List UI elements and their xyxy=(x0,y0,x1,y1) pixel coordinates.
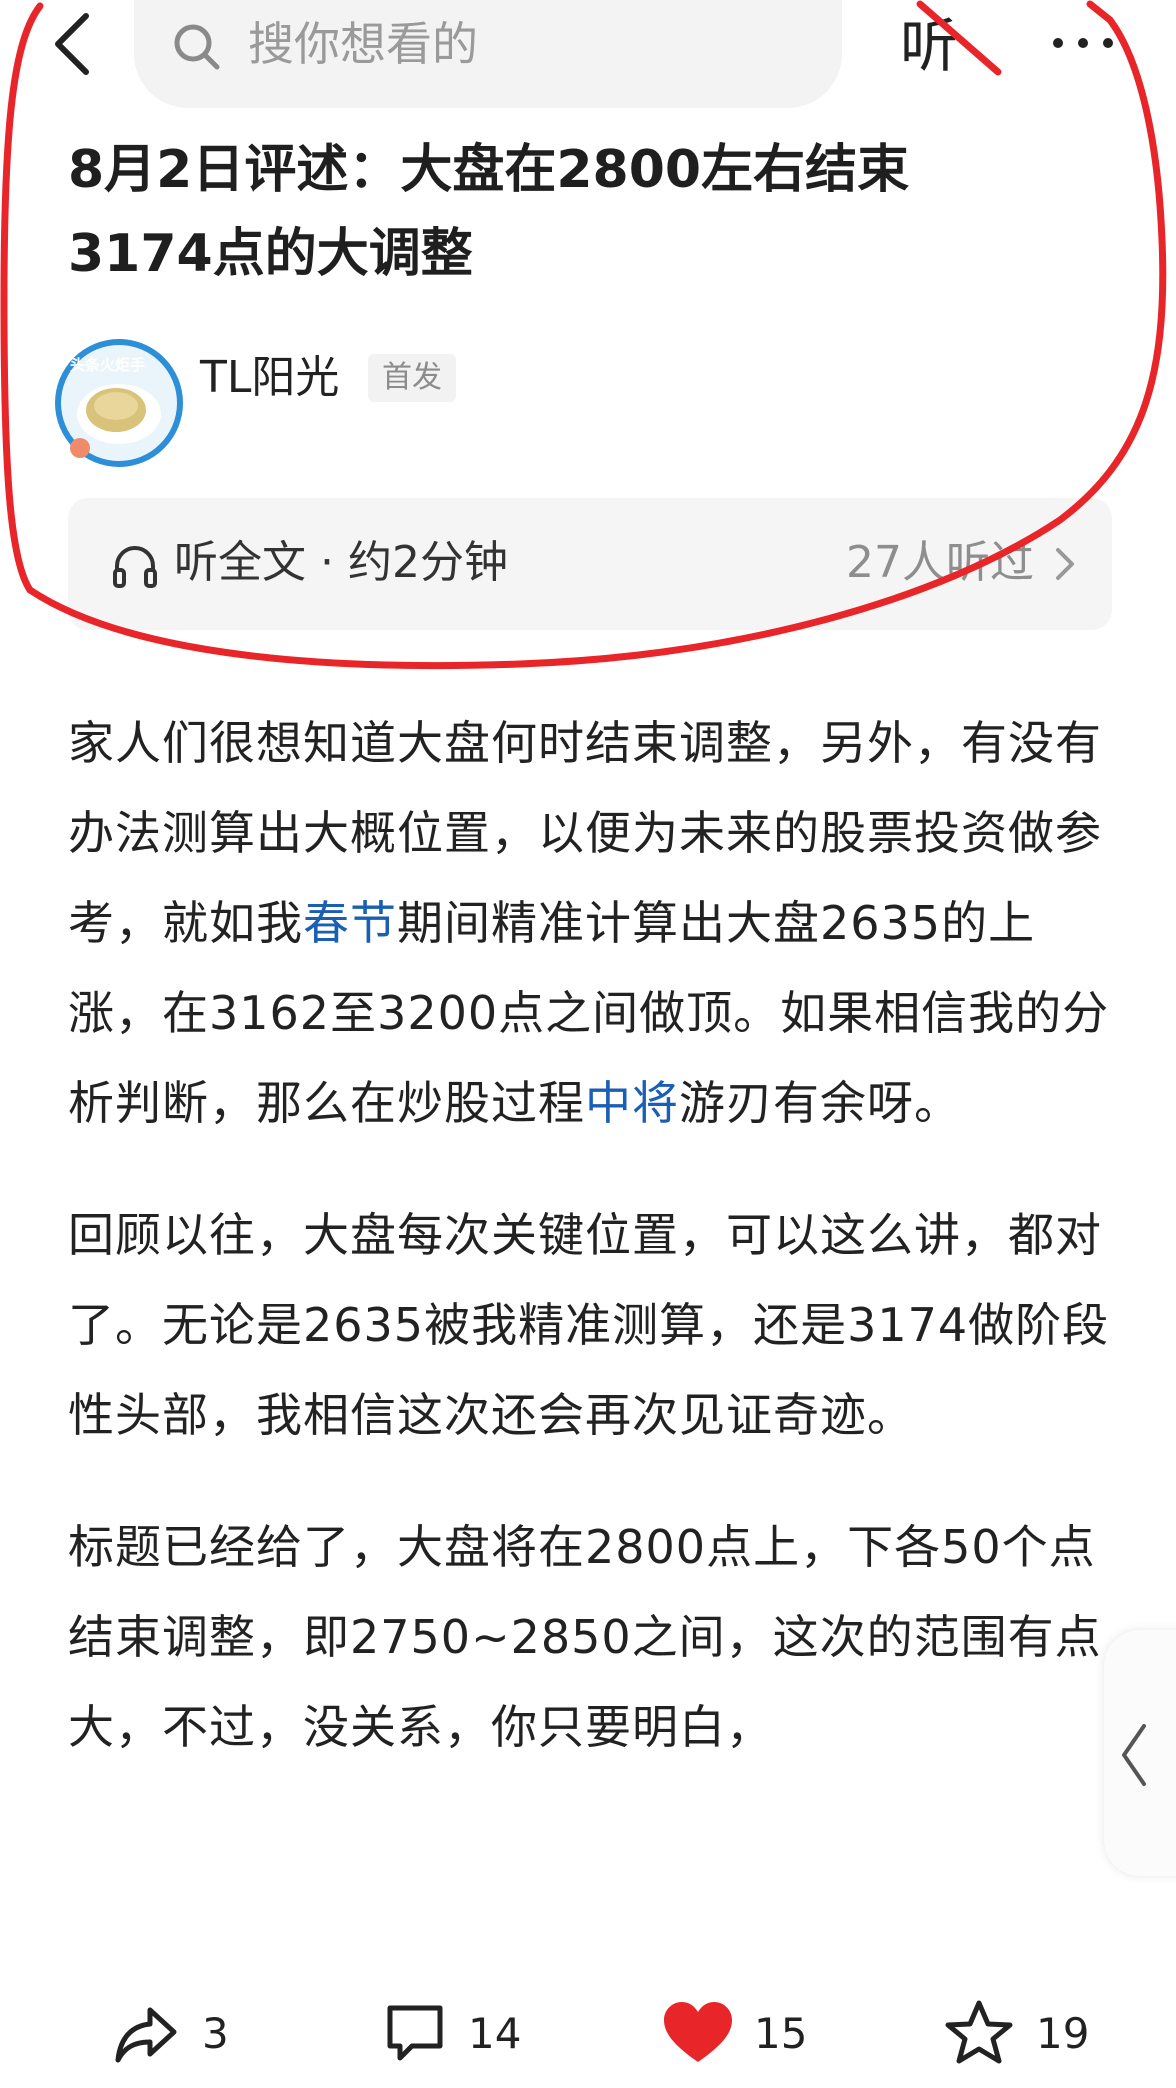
listen-button[interactable]: 听 xyxy=(900,6,958,86)
back-icon[interactable] xyxy=(40,10,110,80)
comment-count: 14 xyxy=(468,2009,522,2058)
share-icon xyxy=(115,2007,177,2063)
avatar-banner-text: 头条火炬手 xyxy=(70,356,145,374)
link-zhongjiang[interactable]: 中将 xyxy=(585,1076,679,1130)
search-icon xyxy=(174,24,220,70)
side-panel-tab[interactable] xyxy=(1104,1630,1176,1876)
chevron-right-icon xyxy=(1056,548,1074,580)
favorite-count: 19 xyxy=(1036,2009,1090,2058)
chevron-left-icon xyxy=(1122,1724,1146,1786)
paragraph-2: 回顾以往，大盘每次关键位置，可以这么讲，都对了。无论是2635被我精准测算，还是… xyxy=(68,1208,1110,1442)
listen-label: 听全文 · 约2分钟 xyxy=(174,537,508,588)
star-icon xyxy=(945,2000,1013,2064)
share-count: 3 xyxy=(202,2009,229,2058)
headphone-icon xyxy=(113,546,157,588)
like-count: 15 xyxy=(754,2009,808,2058)
paragraph-1-text-c: 游刃有余呀。 xyxy=(679,1076,961,1130)
title-line-2: 3174点的大调整 xyxy=(68,224,473,284)
comment-icon xyxy=(387,2005,443,2061)
more-icon[interactable] xyxy=(1048,18,1118,68)
heart-icon xyxy=(664,2002,732,2062)
paragraph-1: 家人们很想知道大盘何时结束调整，另外，有没有办法测算出大概位置，以便为未来的股票… xyxy=(68,698,1118,1148)
link-chunjie[interactable]: 春节 xyxy=(303,896,397,950)
listen-count: 27人听过 xyxy=(846,537,1034,588)
article-body: 家人们很想知道大盘何时结束调整，另外，有没有办法测算出大概位置，以便为未来的股票… xyxy=(68,698,1118,1814)
favorite-button[interactable]: 19 xyxy=(944,1994,1134,2074)
bottom-toolbar: 3 14 15 19 xyxy=(0,1978,1176,2088)
title-line-1: 8月2日评述：大盘在2800左右结束 xyxy=(68,140,910,200)
article-title: 8月2日评述：大盘在2800左右结束 3174点的大调整 xyxy=(68,128,1078,296)
paragraph-3: 标题已经给了，大盘将在2800点上，下各50个点结束调整，即2750~2850之… xyxy=(68,1520,1102,1754)
search-bar[interactable]: 搜你想看的 xyxy=(134,0,842,108)
like-button[interactable]: 15 xyxy=(662,1994,852,2074)
author-name[interactable]: TL阳光 xyxy=(200,348,339,408)
comment-button[interactable]: 14 xyxy=(382,1994,572,2074)
share-button[interactable]: 3 xyxy=(112,1994,282,2074)
search-placeholder: 搜你想看的 xyxy=(248,17,478,71)
author-avatar[interactable]: 头条火炬手 xyxy=(52,336,186,470)
first-publish-badge: 首发 xyxy=(368,354,456,402)
listen-full-text-bar[interactable]: 听全文 · 约2分钟 27人听过 xyxy=(68,498,1112,630)
